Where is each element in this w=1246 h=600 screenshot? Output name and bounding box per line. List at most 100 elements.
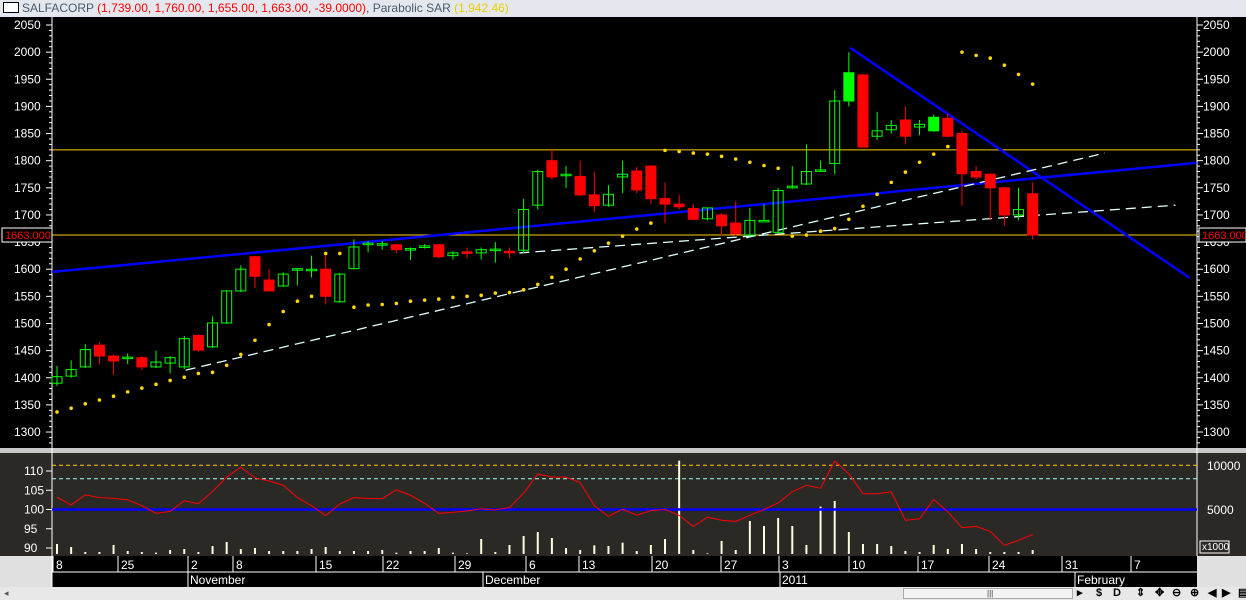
- sar-dot: [295, 299, 300, 304]
- sar-dot: [705, 152, 710, 156]
- price-tick-left: 1400: [14, 371, 41, 385]
- date-tick: 22: [386, 558, 400, 572]
- bearish-candle: [263, 279, 275, 292]
- month-label: November: [190, 573, 245, 587]
- sar-dot: [168, 378, 172, 383]
- play-icon[interactable]: ▸: [1077, 587, 1083, 600]
- dollar-icon[interactable]: $: [1096, 587, 1102, 600]
- bearish-candle: [857, 74, 869, 148]
- sar-dot: [380, 302, 385, 307]
- date-tick: 20: [655, 558, 669, 572]
- sar-dot: [634, 227, 639, 231]
- price-marker-right: 1663.000: [1202, 230, 1246, 242]
- price-tick-left: 1800: [14, 154, 41, 168]
- bearish-candle: [687, 207, 699, 220]
- sar-dot: [493, 291, 498, 295]
- price-tick-left: 1450: [14, 344, 41, 358]
- date-axis-corner: [0, 556, 52, 587]
- price-tick-right: 1600: [1203, 262, 1230, 276]
- bearish-candle: [546, 160, 558, 178]
- bearish-candle: [942, 117, 954, 137]
- volume-unit: x1000: [1202, 542, 1230, 553]
- date-tick: 29: [458, 558, 472, 572]
- price-marker-left: 1663.000: [5, 230, 51, 242]
- date-tick: 25: [121, 558, 135, 572]
- price-tick-right: 1950: [1203, 72, 1230, 86]
- price-tick-left: 1850: [14, 127, 41, 141]
- bearish-candle: [998, 187, 1010, 216]
- bearish-candle: [659, 198, 671, 205]
- sar-dot: [719, 154, 724, 159]
- bearish-candle: [503, 250, 515, 254]
- sar-dot: [1002, 63, 1007, 67]
- sar-dot: [479, 293, 484, 298]
- bearish-candle: [730, 222, 742, 235]
- sar-dot: [309, 294, 314, 299]
- oscillator-tick: 95: [24, 522, 38, 536]
- sar-dot: [620, 234, 625, 238]
- sar-dot: [239, 352, 243, 357]
- date-tick: 2: [191, 558, 198, 572]
- scroll-left-arrow[interactable]: ◂: [4, 587, 9, 600]
- bearish-candle: [433, 244, 445, 258]
- bearish-candle: [192, 334, 204, 351]
- bearish-candle: [249, 256, 261, 277]
- sar-dot: [861, 204, 865, 209]
- sar-dot: [748, 160, 752, 165]
- sar-dot: [733, 157, 738, 161]
- sar-dot: [649, 221, 653, 225]
- bearish-candle: [390, 244, 402, 251]
- sar-dot: [465, 294, 469, 299]
- prev-icon[interactable]: ◀: [1208, 587, 1216, 600]
- price-tick-right: 1800: [1203, 154, 1230, 168]
- sar-dot: [154, 382, 158, 387]
- vertical-resize-icon[interactable]: ⇕: [1136, 587, 1145, 600]
- sar-dot: [281, 309, 286, 314]
- next-icon[interactable]: ▶: [1222, 587, 1230, 600]
- d-icon[interactable]: D: [1113, 587, 1121, 600]
- bullish-candle: [928, 116, 940, 132]
- sar-dot: [535, 282, 540, 287]
- bearish-candle: [716, 214, 728, 227]
- sar-value: (1,942.46): [454, 1, 509, 15]
- month-label: December: [485, 573, 540, 587]
- sar-dot: [140, 386, 144, 390]
- sar-dot: [352, 305, 356, 310]
- bearish-candle: [645, 165, 657, 200]
- sar-dot: [931, 152, 936, 156]
- date-tick: 13: [582, 558, 596, 572]
- price-tick-right: 1550: [1203, 289, 1230, 303]
- volume-tick: 5000: [1207, 503, 1234, 517]
- bullish-candle: [843, 72, 855, 102]
- sar-dot: [338, 251, 342, 256]
- date-tick: 17: [921, 558, 935, 572]
- date-tick: 8: [236, 558, 243, 572]
- horizontal-scrollbar[interactable]: |||: [903, 588, 1073, 599]
- price-tick-right: 1300: [1203, 425, 1230, 439]
- bearish-candle: [461, 251, 473, 254]
- date-tick: 31: [1065, 558, 1079, 572]
- price-tick-right: 1350: [1203, 398, 1230, 412]
- price-chart[interactable]: 1300 1300 1350 1350 1400 1400 1450 1450 1500 1500…: [0, 17, 1246, 587]
- ohlc-values: (1,739.00, 1,760.00, 1,655.00, 1,663.00,…: [97, 1, 367, 15]
- sar-dot: [847, 217, 851, 222]
- sar-dot: [1030, 82, 1035, 86]
- zoom-in-icon[interactable]: ⊕: [1190, 587, 1199, 600]
- move-icon[interactable]: ✥: [1155, 587, 1164, 600]
- sar-dot: [408, 299, 413, 304]
- date-tick: 6: [529, 558, 536, 572]
- sar-dot: [1016, 72, 1021, 77]
- scroll-thumb-grip-icon[interactable]: |||: [987, 590, 993, 598]
- sar-dot: [960, 50, 964, 54]
- bearish-candle: [970, 171, 982, 178]
- menu-icon[interactable]: ▤: [1238, 587, 1246, 600]
- sar-dot: [564, 267, 568, 272]
- sar-dot: [818, 229, 823, 234]
- window-box-icon[interactable]: [3, 2, 19, 13]
- sar-dot: [946, 144, 950, 149]
- sar-dot: [790, 234, 795, 238]
- zoom-out-icon[interactable]: ⊖: [1172, 587, 1181, 600]
- price-tick-right: 1400: [1203, 371, 1230, 385]
- sar-dot: [917, 160, 922, 165]
- price-tick-right: 1750: [1203, 181, 1230, 195]
